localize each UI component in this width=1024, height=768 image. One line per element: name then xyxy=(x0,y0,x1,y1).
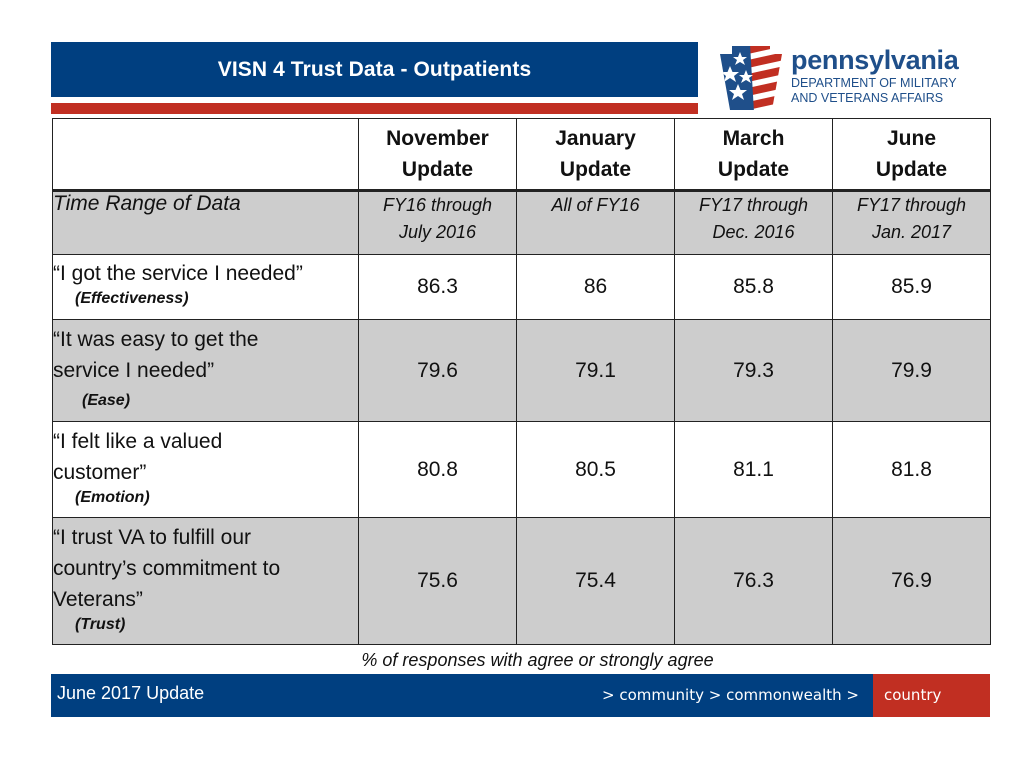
logo-subtitle-2: AND VETERANS AFFAIRS xyxy=(791,91,944,105)
red-divider xyxy=(51,103,698,114)
row-label: “I felt like a valued customer” (Emotion) xyxy=(52,421,359,518)
tagline-highlight-box: country xyxy=(873,674,990,717)
range-cell: FY17 through Jan. 2017 xyxy=(832,190,991,255)
column-header: January Update xyxy=(516,118,675,192)
table-row: “I got the service I needed” (Effectiven… xyxy=(52,254,991,320)
value-cell: 80.5 xyxy=(516,421,675,518)
value-cell: 85.8 xyxy=(674,254,833,320)
title-bar: VISN 4 Trust Data - Outpatients xyxy=(51,42,698,97)
tagline-highlight: country xyxy=(884,686,942,704)
value-cell: 79.1 xyxy=(516,319,675,422)
value-cell: 79.3 xyxy=(674,319,833,422)
logo-name: pennsylvania xyxy=(791,45,959,75)
table-row: “It was easy to get the service I needed”… xyxy=(52,319,991,422)
value-cell: 86.3 xyxy=(358,254,517,320)
table-row: “I trust VA to fulfill our country’s comm… xyxy=(52,517,991,645)
value-cell: 81.8 xyxy=(832,421,991,518)
tagline: > community > commonwealth > xyxy=(602,686,859,704)
value-cell: 79.6 xyxy=(358,319,517,422)
value-cell: 79.9 xyxy=(832,319,991,422)
time-range-row: Time Range of Data FY16 through July 2016… xyxy=(52,190,991,255)
value-cell: 81.1 xyxy=(674,421,833,518)
range-cell: FY16 through July 2016 xyxy=(358,190,517,255)
value-cell: 76.3 xyxy=(674,517,833,645)
logo-text: pennsylvania DEPARTMENT OF MILITARY AND … xyxy=(791,44,959,106)
page-title: VISN 4 Trust Data - Outpatients xyxy=(217,57,532,81)
category-label: (Trust) xyxy=(75,616,126,633)
trust-data-table: November Update January Update March Update… xyxy=(52,118,991,645)
value-cell: 75.6 xyxy=(358,517,517,645)
logo-subtitle-1: DEPARTMENT OF MILITARY xyxy=(791,76,957,90)
update-label: June 2017 Update xyxy=(57,683,205,703)
value-cell: 76.9 xyxy=(832,517,991,645)
category-label: (Ease) xyxy=(82,392,131,409)
row-label: “I trust VA to fulfill our country’s comm… xyxy=(52,517,359,645)
column-header: March Update xyxy=(674,118,833,192)
column-header: June Update xyxy=(832,118,991,192)
header-row: November Update January Update March Update… xyxy=(52,118,991,192)
value-cell: 85.9 xyxy=(832,254,991,320)
keystone-flag-icon xyxy=(720,46,782,110)
corner-cell xyxy=(52,118,359,192)
value-cell: 75.4 xyxy=(516,517,675,645)
range-cell: FY17 through Dec. 2016 xyxy=(674,190,833,255)
table-row: “I felt like a valued customer” (Emotion)… xyxy=(52,421,991,518)
row-label: “I got the service I needed” (Effectiven… xyxy=(52,254,359,320)
row-label: Time Range of Data xyxy=(52,190,359,255)
category-label: (Effectiveness) xyxy=(75,290,189,307)
value-cell: 80.8 xyxy=(358,421,517,518)
dmva-logo: pennsylvania DEPARTMENT OF MILITARY AND … xyxy=(718,44,978,114)
footer-bar: June 2017 Update > community > commonwea… xyxy=(51,674,990,717)
value-cell: 86 xyxy=(516,254,675,320)
table-footnote: % of responses with agree or strongly ag… xyxy=(361,650,714,670)
category-label: (Emotion) xyxy=(75,489,150,506)
row-label: “It was easy to get the service I needed”… xyxy=(52,319,359,422)
range-cell: All of FY16 xyxy=(516,190,675,255)
column-header: November Update xyxy=(358,118,517,192)
